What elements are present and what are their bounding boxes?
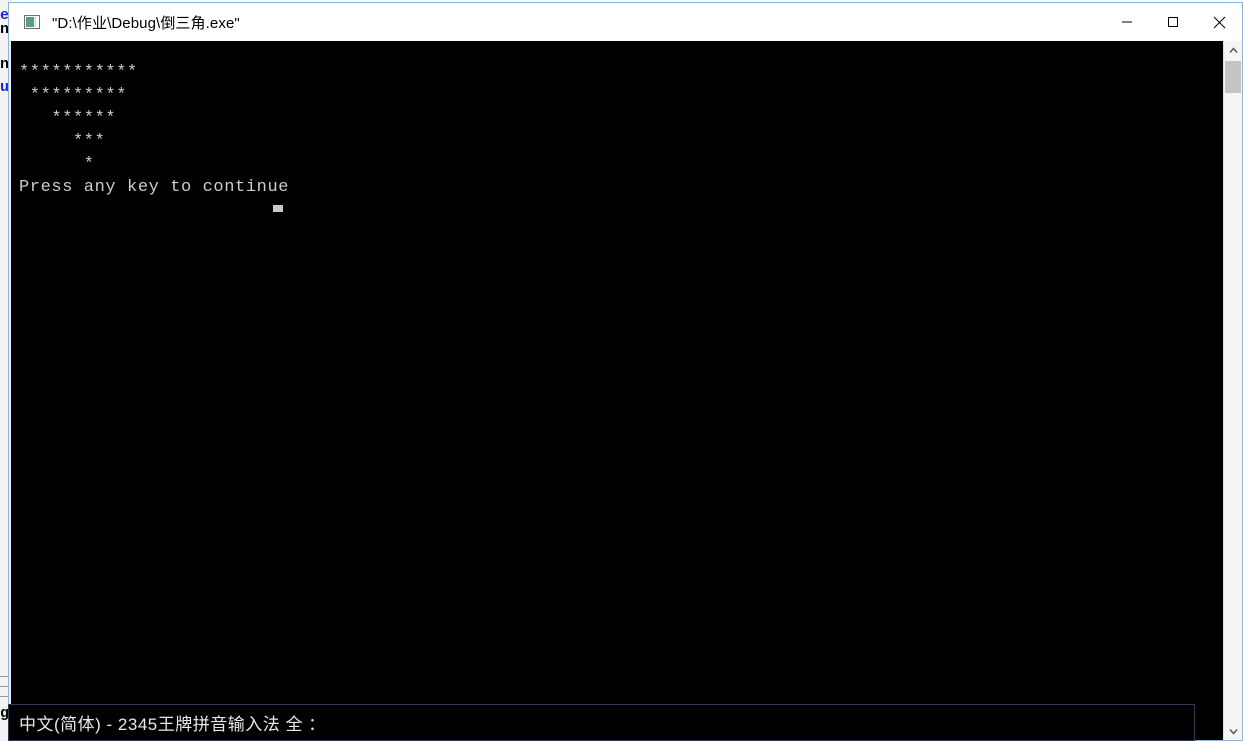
scroll-up-button[interactable] bbox=[1224, 41, 1242, 59]
console-window-icon bbox=[24, 15, 40, 29]
chevron-up-icon bbox=[1228, 46, 1238, 53]
close-icon bbox=[1213, 16, 1225, 28]
ime-status-bar[interactable]: 中文(简体) - 2345王牌拼音输入法 全 ： bbox=[8, 704, 1195, 741]
maximize-icon bbox=[1168, 17, 1178, 27]
vertical-scrollbar[interactable] bbox=[1223, 41, 1242, 740]
scrollbar-thumb[interactable] bbox=[1225, 61, 1241, 93]
minimize-button[interactable] bbox=[1104, 3, 1150, 41]
maximize-button[interactable] bbox=[1150, 3, 1196, 41]
ime-status-text: 中文(简体) - 2345王牌拼音输入法 全 ： bbox=[19, 715, 326, 734]
caption-button-group bbox=[1104, 3, 1242, 41]
window-title: "D:\作业\Debug\倒三角.exe" bbox=[52, 14, 240, 32]
console-output-text: *********** ********* ****** *** * Press… bbox=[19, 63, 290, 197]
minimize-icon bbox=[1122, 21, 1132, 23]
scrollbar-track[interactable] bbox=[1224, 59, 1242, 722]
scroll-down-button[interactable] bbox=[1224, 722, 1242, 740]
console-output-area[interactable]: *********** ********* ****** *** * Press… bbox=[11, 41, 1242, 740]
title-bar[interactable]: "D:\作业\Debug\倒三角.exe" bbox=[9, 3, 1242, 41]
console-window[interactable]: "D:\作业\Debug\倒三角.exe" *********** ******… bbox=[8, 2, 1243, 741]
close-button[interactable] bbox=[1196, 3, 1242, 41]
chevron-down-icon bbox=[1228, 728, 1238, 735]
block-cursor bbox=[273, 205, 283, 212]
